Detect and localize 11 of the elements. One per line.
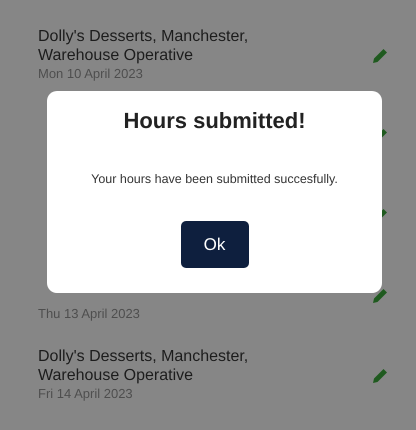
entry-title: Warehouse Operative (38, 46, 194, 64)
dialog-title: Hours submitted! (123, 107, 306, 135)
entry-title: Warehouse Operative (38, 366, 194, 384)
entry-title: Dolly's Desserts, Manchester, (38, 26, 248, 46)
pencil-icon[interactable] (370, 286, 390, 306)
entry-date: Thu 13 April 2023 (38, 304, 140, 322)
entry-title: Dolly's Desserts, Manchester, (38, 346, 248, 366)
entry-date: Mon 10 April 2023 (38, 64, 144, 82)
dialog-message: Your hours have been submitted succesfully. (91, 171, 338, 187)
entry-date: Fri 14 April 2023 (38, 384, 134, 402)
ok-button[interactable]: Ok (180, 221, 248, 268)
